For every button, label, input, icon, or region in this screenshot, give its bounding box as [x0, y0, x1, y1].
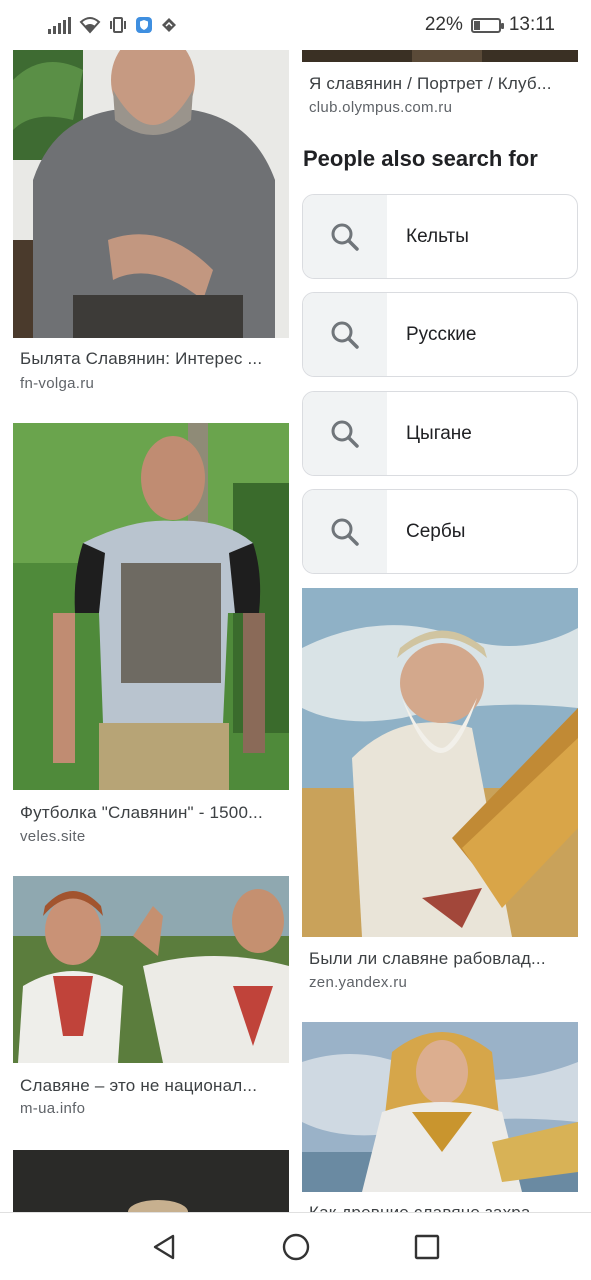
related-search-label: Сербы	[406, 520, 466, 542]
related-search-chip[interactable]: Сербы	[302, 489, 578, 574]
image-result-source: m-ua.info	[20, 1100, 86, 1117]
search-icon-container	[303, 293, 387, 376]
search-icon	[331, 223, 359, 251]
people-also-search-title: People also search for	[303, 146, 538, 171]
shield-app-icon	[136, 17, 152, 33]
image-result-6[interactable]	[302, 588, 578, 937]
search-icon	[331, 420, 359, 448]
image-result-source: zen.yandex.ru	[309, 974, 408, 991]
search-icon-container	[303, 195, 387, 278]
image-result-2[interactable]	[13, 423, 289, 790]
wifi-icon	[79, 17, 101, 34]
related-search-chip[interactable]: Кельты	[302, 194, 578, 279]
image-result-1[interactable]	[13, 40, 289, 338]
dark-portrait-image	[13, 1150, 289, 1212]
back-button[interactable]	[149, 1231, 181, 1263]
image-result-caption[interactable]: Были ли славяне рабовлад...	[309, 949, 573, 969]
old-man-with-wheat-painting-image	[302, 588, 578, 937]
status-bar: 22% 13:11	[0, 0, 591, 50]
image-result-caption[interactable]: Былята Славянин: Интерес ...	[20, 349, 284, 369]
image-result-7[interactable]	[302, 1022, 578, 1192]
recents-button[interactable]	[411, 1231, 443, 1263]
man-in-tshirt-image	[13, 423, 289, 790]
bearded-man-portrait-image	[13, 40, 289, 338]
image-result-source: fn-volga.ru	[20, 375, 95, 392]
cell-signal-icon	[48, 16, 71, 34]
home-circle-icon	[282, 1233, 310, 1261]
search-icon	[331, 321, 359, 349]
search-icon	[331, 518, 359, 546]
related-search-label: Цыгане	[406, 422, 472, 444]
golden-haired-man-painting-image	[302, 1022, 578, 1192]
vibrate-icon	[110, 17, 126, 33]
battery-icon	[470, 17, 504, 33]
two-men-in-embroidered-shirts-image	[13, 876, 289, 1063]
system-nav-bar	[0, 1212, 591, 1280]
image-result-source: club.olympus.com.ru	[309, 99, 453, 116]
search-icon-container	[303, 392, 387, 475]
clock: 13:11	[508, 14, 555, 35]
image-result-source: veles.site	[20, 828, 86, 845]
related-search-chip[interactable]: Цыгане	[302, 391, 578, 476]
search-icon-container	[303, 490, 387, 573]
recents-square-icon	[414, 1234, 440, 1260]
battery-percent: 22%	[424, 14, 463, 35]
status-icons-left	[48, 14, 177, 36]
related-search-chip[interactable]: Русские	[302, 292, 578, 377]
back-triangle-icon	[153, 1234, 175, 1260]
image-result-3[interactable]	[13, 876, 289, 1063]
image-result-4[interactable]	[13, 1150, 289, 1212]
image-result-caption[interactable]: Футболка "Славянин" - 1500...	[20, 803, 284, 823]
related-search-label: Кельты	[406, 225, 469, 247]
image-result-caption[interactable]: Я славянин / Портрет / Клуб...	[309, 74, 573, 94]
nav-diamond-icon	[162, 18, 176, 32]
image-result-caption[interactable]: Славяне – это не национал...	[20, 1076, 284, 1096]
status-icons-right: 22% 13:11	[425, 14, 555, 36]
related-search-label: Русские	[406, 323, 477, 345]
home-button[interactable]	[280, 1231, 312, 1263]
